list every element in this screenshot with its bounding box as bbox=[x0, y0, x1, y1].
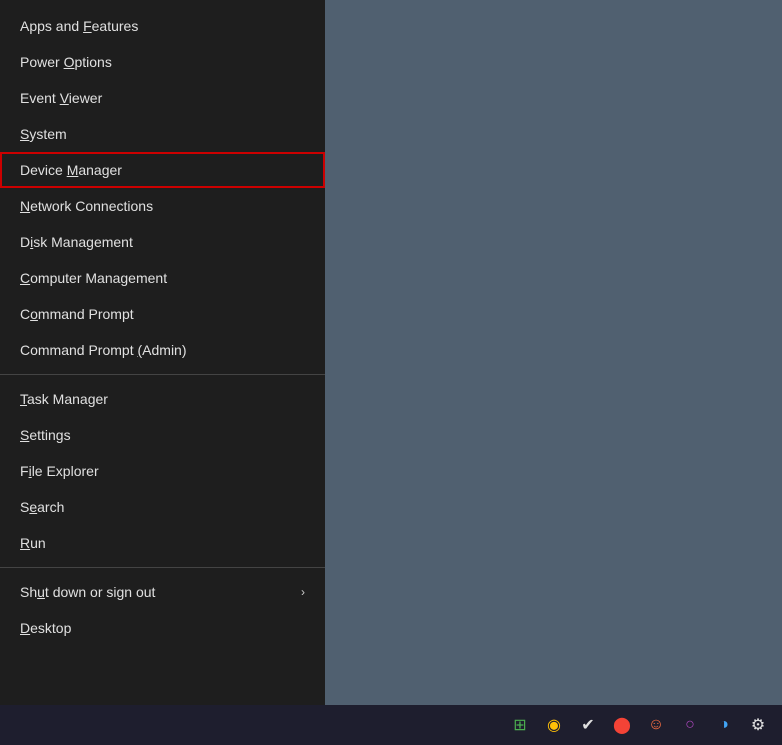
menu-item-label-event-viewer: Event Viewer bbox=[20, 90, 102, 106]
taskbar-icon-4-icon[interactable]: ⬤ bbox=[608, 711, 636, 739]
submenu-chevron-icon: › bbox=[301, 585, 305, 599]
menu-item-power-options[interactable]: Power Options bbox=[0, 44, 325, 80]
menu-item-label-settings: Settings bbox=[20, 427, 71, 443]
menu-item-label-apps-features: Apps and Features bbox=[20, 18, 138, 34]
menu-item-label-task-manager: Task Manager bbox=[20, 391, 108, 407]
menu-item-command-prompt[interactable]: Command Prompt bbox=[0, 296, 325, 332]
menu-item-label-desktop: Desktop bbox=[20, 620, 71, 636]
menu-item-file-explorer[interactable]: File Explorer bbox=[0, 453, 325, 489]
menu-item-shut-down[interactable]: Shut down or sign out › bbox=[0, 574, 325, 610]
menu-separator bbox=[0, 567, 325, 568]
menu-item-desktop[interactable]: Desktop bbox=[0, 610, 325, 646]
menu-item-apps-features[interactable]: Apps and Features bbox=[0, 8, 325, 44]
menu-item-label-power-options: Power Options bbox=[20, 54, 112, 70]
taskbar-icon-3-icon[interactable]: ✔ bbox=[574, 711, 602, 739]
menu-item-command-prompt-admin[interactable]: Command Prompt (Admin) bbox=[0, 332, 325, 368]
menu-item-event-viewer[interactable]: Event Viewer bbox=[0, 80, 325, 116]
menu-item-computer-management[interactable]: Computer Management bbox=[0, 260, 325, 296]
menu-item-label-search: Search bbox=[20, 499, 64, 515]
menu-item-label-shut-down: Shut down or sign out bbox=[20, 584, 155, 600]
menu-separator bbox=[0, 374, 325, 375]
menu-item-search[interactable]: Search bbox=[0, 489, 325, 525]
context-menu: Apps and Features Power Options Event View… bbox=[0, 0, 325, 745]
menu-item-label-file-explorer: File Explorer bbox=[20, 463, 99, 479]
menu-item-label-device-manager: Device Manager bbox=[20, 162, 122, 178]
menu-item-device-manager[interactable]: Device Manager bbox=[0, 152, 325, 188]
taskbar-icon-1-icon[interactable]: ⊞ bbox=[506, 711, 534, 739]
menu-item-run[interactable]: Run bbox=[0, 525, 325, 561]
taskbar-icon-5-icon[interactable]: ☺ bbox=[642, 711, 670, 739]
menu-item-network-connections[interactable]: Network Connections bbox=[0, 188, 325, 224]
menu-item-system[interactable]: System bbox=[0, 116, 325, 152]
taskbar: ⊞◉✔⬤☺○◑⚙ bbox=[0, 705, 782, 745]
menu-item-settings[interactable]: Settings bbox=[0, 417, 325, 453]
menu-item-disk-management[interactable]: Disk Management bbox=[0, 224, 325, 260]
taskbar-icon-7-icon[interactable]: ◑ bbox=[710, 711, 738, 739]
menu-item-label-command-prompt: Command Prompt bbox=[20, 306, 134, 322]
menu-item-label-system: System bbox=[20, 126, 67, 142]
menu-item-label-disk-management: Disk Management bbox=[20, 234, 133, 250]
menu-item-label-command-prompt-admin: Command Prompt (Admin) bbox=[20, 342, 187, 358]
desktop: Apps and Features Power Options Event View… bbox=[0, 0, 782, 745]
taskbar-icon-8-icon[interactable]: ⚙ bbox=[744, 711, 772, 739]
menu-item-task-manager[interactable]: Task Manager bbox=[0, 381, 325, 417]
taskbar-icon-2-icon[interactable]: ◉ bbox=[540, 711, 568, 739]
taskbar-icon-6-icon[interactable]: ○ bbox=[676, 711, 704, 739]
menu-item-label-network-connections: Network Connections bbox=[20, 198, 153, 214]
menu-item-label-run: Run bbox=[20, 535, 46, 551]
menu-item-label-computer-management: Computer Management bbox=[20, 270, 167, 286]
